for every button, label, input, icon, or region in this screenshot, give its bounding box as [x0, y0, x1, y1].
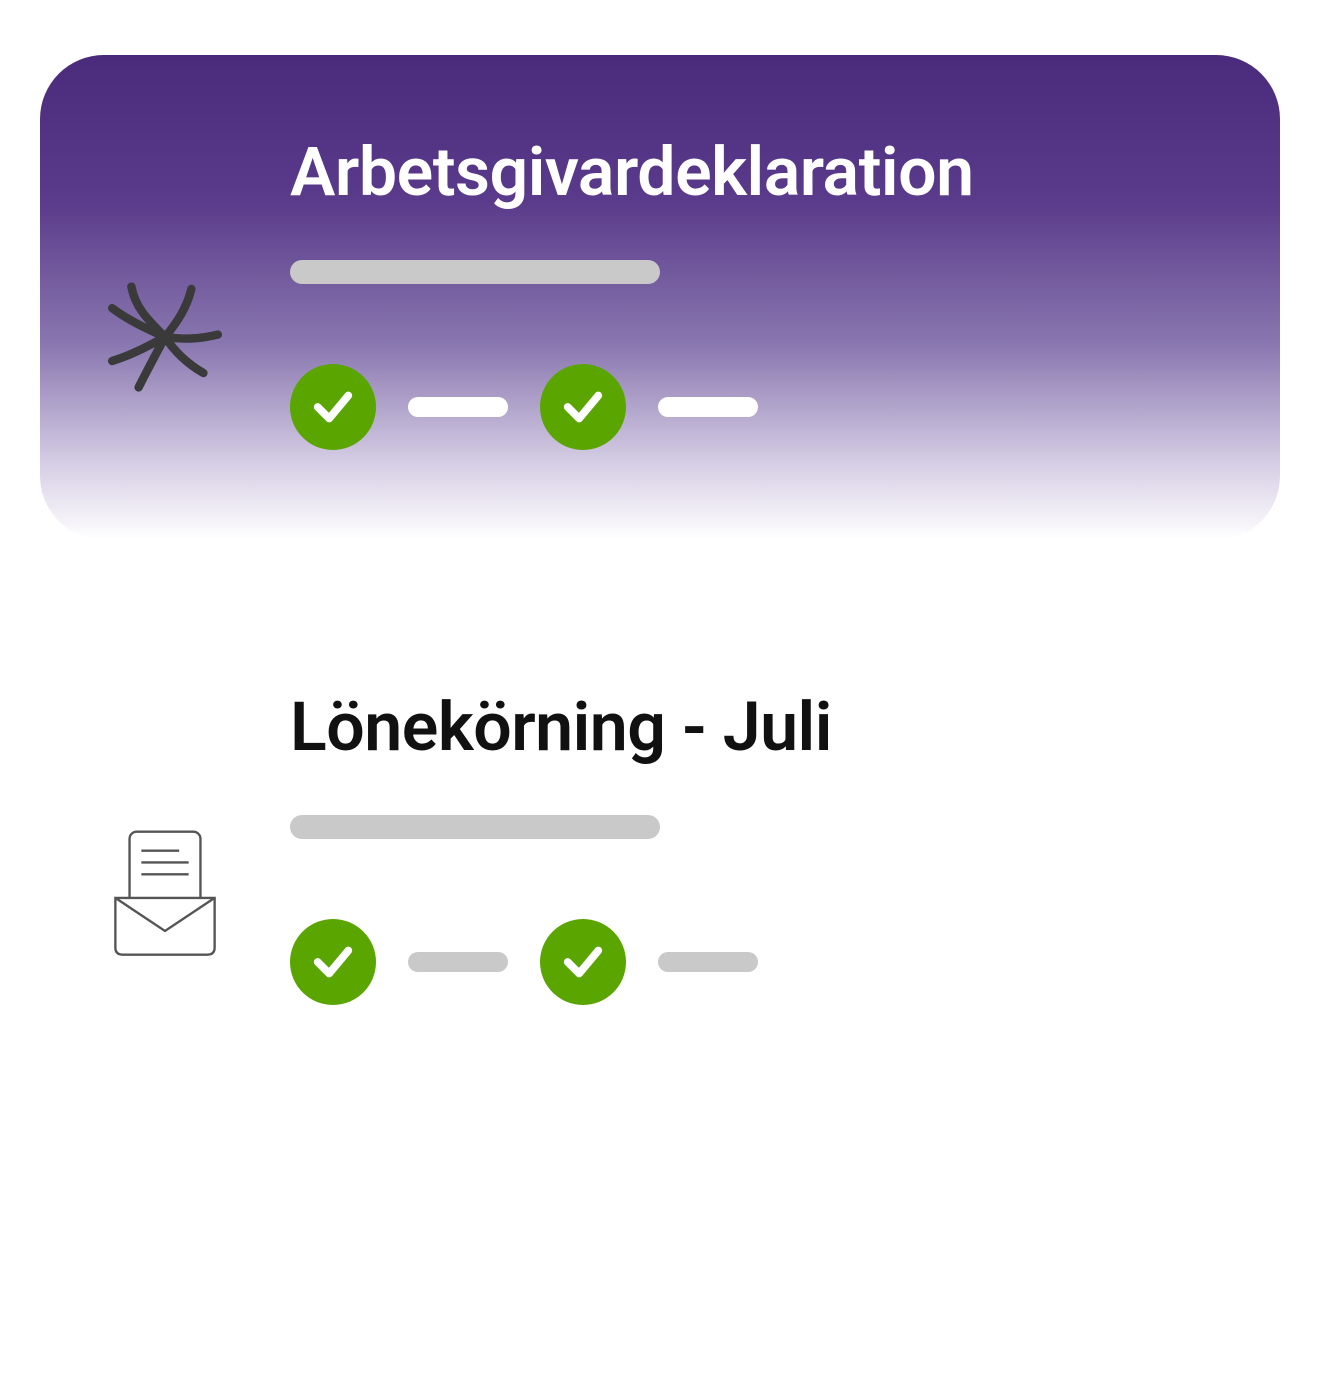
step-dash	[658, 952, 758, 972]
placeholder-bar	[290, 815, 660, 839]
card-title: Arbetsgivardeklaration	[290, 135, 1220, 210]
step-dash	[658, 397, 758, 417]
card-lonekorning[interactable]: Lönekörning - Juli	[40, 650, 1280, 1095]
check-icon	[540, 364, 626, 450]
check-icon	[290, 919, 376, 1005]
card-title: Lönekörning - Juli	[290, 690, 1220, 765]
envelope-document-icon	[100, 827, 230, 957]
steps-row	[290, 919, 1220, 1005]
steps-row	[290, 364, 1220, 450]
step-dash	[408, 397, 508, 417]
swirl-icon	[100, 272, 230, 402]
placeholder-bar	[290, 260, 660, 284]
check-icon	[540, 919, 626, 1005]
card-body: Arbetsgivardeklaration	[290, 135, 1220, 450]
step-dash	[408, 952, 508, 972]
check-icon	[290, 364, 376, 450]
card-body: Lönekörning - Juli	[290, 690, 1220, 1005]
card-arbetsgivardeklaration[interactable]: Arbetsgivardeklaration	[40, 55, 1280, 540]
